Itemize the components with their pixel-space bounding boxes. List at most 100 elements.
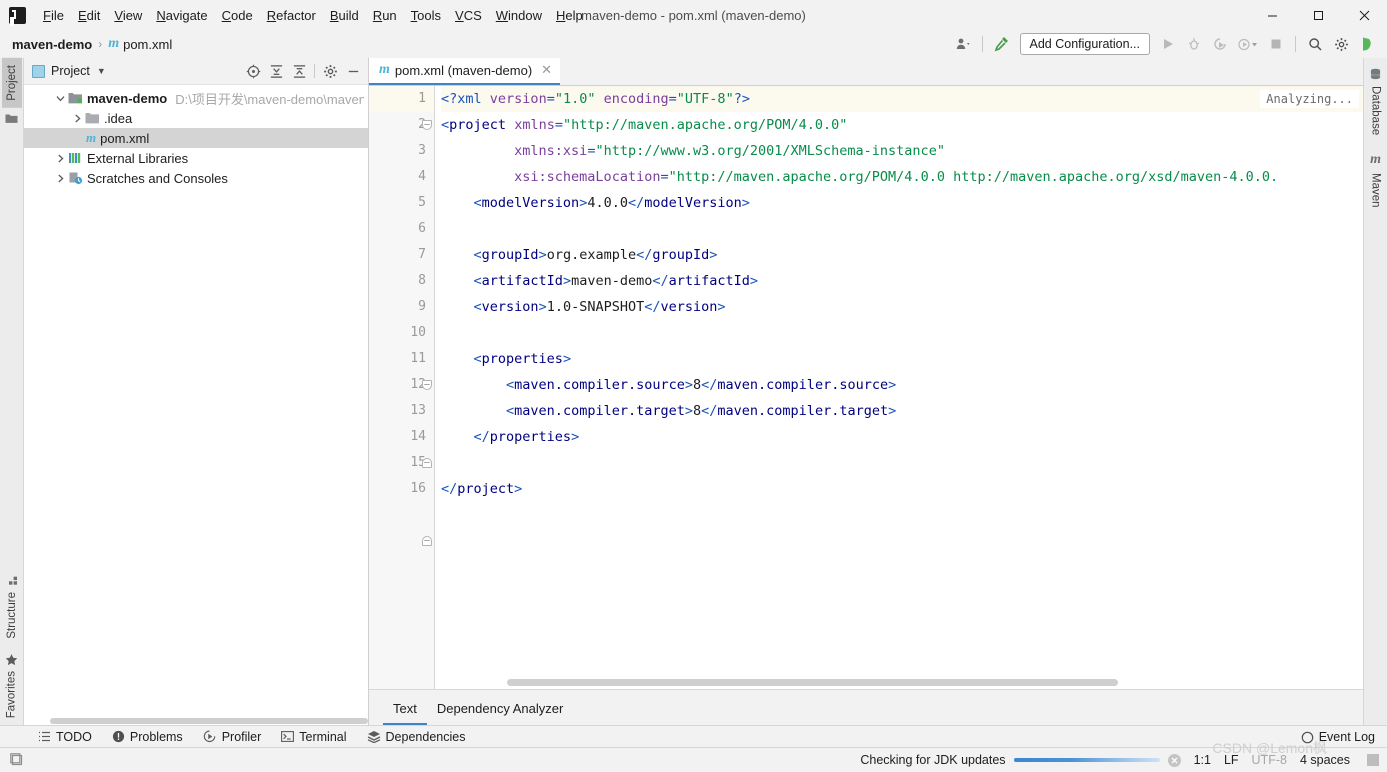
breadcrumb-file[interactable]: pom.xml (123, 37, 172, 52)
chevron-expanded-icon[interactable] (52, 94, 68, 103)
hide-panel-icon[interactable] (342, 60, 364, 82)
menu-item-view[interactable]: View (107, 4, 149, 27)
tool-window-dependencies[interactable]: Dependencies (357, 728, 476, 746)
caret-position[interactable]: 1:1 (1194, 753, 1211, 767)
code-line[interactable]: <maven.compiler.source>8</maven.compiler… (441, 372, 1363, 398)
project-tree[interactable]: maven-demo D:\项目开发\maven-demo\maven-dem … (24, 85, 368, 725)
close-button[interactable] (1341, 0, 1387, 30)
editor-tab-pom-xml[interactable]: m pom.xml (maven-demo) ✕ (369, 57, 561, 85)
tree-row-maven-demo[interactable]: maven-demo D:\项目开发\maven-demo\maven-dem (24, 88, 368, 108)
select-opened-file-icon[interactable] (242, 60, 264, 82)
tree-row-scratches[interactable]: Scratches and Consoles (24, 168, 368, 188)
project-stripe-label: Project (5, 65, 18, 101)
user-account-icon[interactable] (951, 33, 975, 55)
menu-item-refactor[interactable]: Refactor (260, 4, 323, 27)
menu-item-file[interactable]: File (36, 4, 71, 27)
search-icon[interactable] (1303, 33, 1327, 55)
menu-item-edit[interactable]: Edit (71, 4, 107, 27)
code-line[interactable]: <?xml version="1.0" encoding="UTF-8"?> (441, 86, 1363, 112)
sidebar-item-maven[interactable]: m Maven (1366, 142, 1386, 215)
code-line[interactable]: <project xmlns="http://maven.apache.org/… (441, 112, 1363, 138)
code-line[interactable]: xmlns:xsi="http://www.w3.org/2001/XMLSch… (441, 138, 1363, 164)
tree-row-idea[interactable]: .idea (24, 108, 368, 128)
code-line[interactable]: </project> (441, 476, 1363, 502)
line-separator[interactable]: LF (1224, 753, 1239, 767)
collapse-all-icon[interactable] (288, 60, 310, 82)
code-line[interactable]: xsi:schemaLocation="http://maven.apache.… (441, 164, 1363, 190)
chevron-collapsed-icon[interactable] (69, 114, 85, 123)
progress-bar (1013, 758, 1160, 762)
chevron-collapsed-icon-3[interactable] (52, 174, 68, 183)
status-left-icon[interactable] (10, 753, 24, 767)
tool-window-terminal[interactable]: Terminal (271, 728, 356, 746)
tool-window-todo[interactable]: TODO (28, 728, 102, 746)
menu-item-navigate[interactable]: Navigate (149, 4, 214, 27)
ide-assistant-icon[interactable] (1355, 33, 1379, 55)
editor-viewport: 12345678910111213141516 – – – – <?xml ve… (369, 86, 1363, 689)
token-punct: > (717, 299, 726, 315)
code-line[interactable]: </properties> (441, 424, 1363, 450)
menu-item-run[interactable]: Run (366, 4, 404, 27)
chevron-down-icon[interactable]: ▼ (97, 66, 106, 76)
code-line[interactable]: <maven.compiler.target>8</maven.compiler… (441, 398, 1363, 424)
menu-item-build[interactable]: Build (323, 4, 366, 27)
window-controls (1249, 0, 1387, 30)
editor-horizontal-scrollbar[interactable] (507, 679, 1355, 687)
fold-marker-line2[interactable]: – (422, 120, 432, 130)
close-icon[interactable]: ✕ (541, 62, 552, 78)
sidebar-item-structure[interactable]: Structure (2, 569, 22, 646)
tool-window-profiler[interactable]: Profiler (193, 728, 272, 746)
menu-item-tools[interactable]: Tools (404, 4, 448, 27)
code-line[interactable]: <groupId>org.example</groupId> (441, 242, 1363, 268)
code-line[interactable]: <modelVersion>4.0.0</modelVersion> (441, 190, 1363, 216)
breadcrumb-project[interactable]: maven-demo (12, 37, 92, 52)
panel-settings-gear-icon[interactable] (319, 60, 341, 82)
file-encoding[interactable]: UTF-8 (1252, 753, 1287, 767)
sidebar-item-folder[interactable] (1, 108, 22, 129)
chevron-collapsed-icon-2[interactable] (52, 154, 68, 163)
token-val: "http://maven.apache.org/POM/4.0.0" (562, 117, 848, 133)
menu-item-window[interactable]: Window (489, 4, 549, 27)
resize-grip[interactable] (1367, 754, 1379, 766)
project-tree-scrollbar[interactable] (50, 716, 368, 725)
code-content[interactable]: <?xml version="1.0" encoding="UTF-8"?> <p… (435, 86, 1363, 689)
code-line[interactable]: <artifactId>maven-demo</artifactId> (441, 268, 1363, 294)
menu-item-help[interactable]: Help (549, 4, 590, 27)
editor-gutter[interactable]: 12345678910111213141516 – – – – (369, 86, 435, 689)
tool-window-problems[interactable]: Problems (102, 728, 193, 746)
tab-dependency-analyzer[interactable]: Dependency Analyzer (427, 701, 573, 725)
menu-item-vcs[interactable]: VCS (448, 4, 489, 27)
run-with-coverage-icon (1208, 33, 1232, 55)
expand-all-icon[interactable] (265, 60, 287, 82)
add-configuration-button[interactable]: Add Configuration... (1019, 33, 1150, 55)
code-line[interactable] (441, 450, 1363, 476)
tree-row-pom-xml[interactable]: m pom.xml (24, 128, 368, 148)
fold-marker-line11[interactable]: – (422, 380, 432, 390)
cancel-task-icon[interactable] (1167, 753, 1181, 767)
code-line[interactable] (441, 320, 1363, 346)
event-log-button[interactable]: Event Log (1301, 730, 1375, 744)
minimize-button[interactable] (1249, 0, 1295, 30)
stop-icon (1264, 33, 1288, 55)
sidebar-item-database[interactable]: Database (1365, 58, 1386, 142)
code-line[interactable] (441, 216, 1363, 242)
token-punct: > (538, 247, 547, 263)
menu-item-code[interactable]: Code (215, 4, 260, 27)
code-line[interactable]: <version>1.0-SNAPSHOT</version> (441, 294, 1363, 320)
build-hammer-icon[interactable] (990, 33, 1014, 55)
fold-marker-line16[interactable]: – (422, 536, 432, 546)
right-tool-stripe: Database m Maven (1363, 58, 1387, 725)
tree-row-external-libraries[interactable]: External Libraries (24, 148, 368, 168)
fold-marker-line14[interactable]: – (422, 458, 432, 468)
indent-setting[interactable]: 4 spaces (1300, 753, 1350, 767)
token-punct: ?> (733, 91, 750, 107)
code-line[interactable]: <properties> (441, 346, 1363, 372)
tab-text[interactable]: Text (383, 701, 427, 725)
settings-gear-icon[interactable] (1329, 33, 1353, 55)
sidebar-item-favorites[interactable]: Favorites (1, 646, 22, 725)
analyzing-status: Analyzing... (1260, 90, 1359, 108)
sidebar-item-project[interactable]: Project (1, 58, 22, 108)
maximize-button[interactable] (1295, 0, 1341, 30)
code-lines: <?xml version="1.0" encoding="UTF-8"?> <p… (441, 86, 1363, 502)
